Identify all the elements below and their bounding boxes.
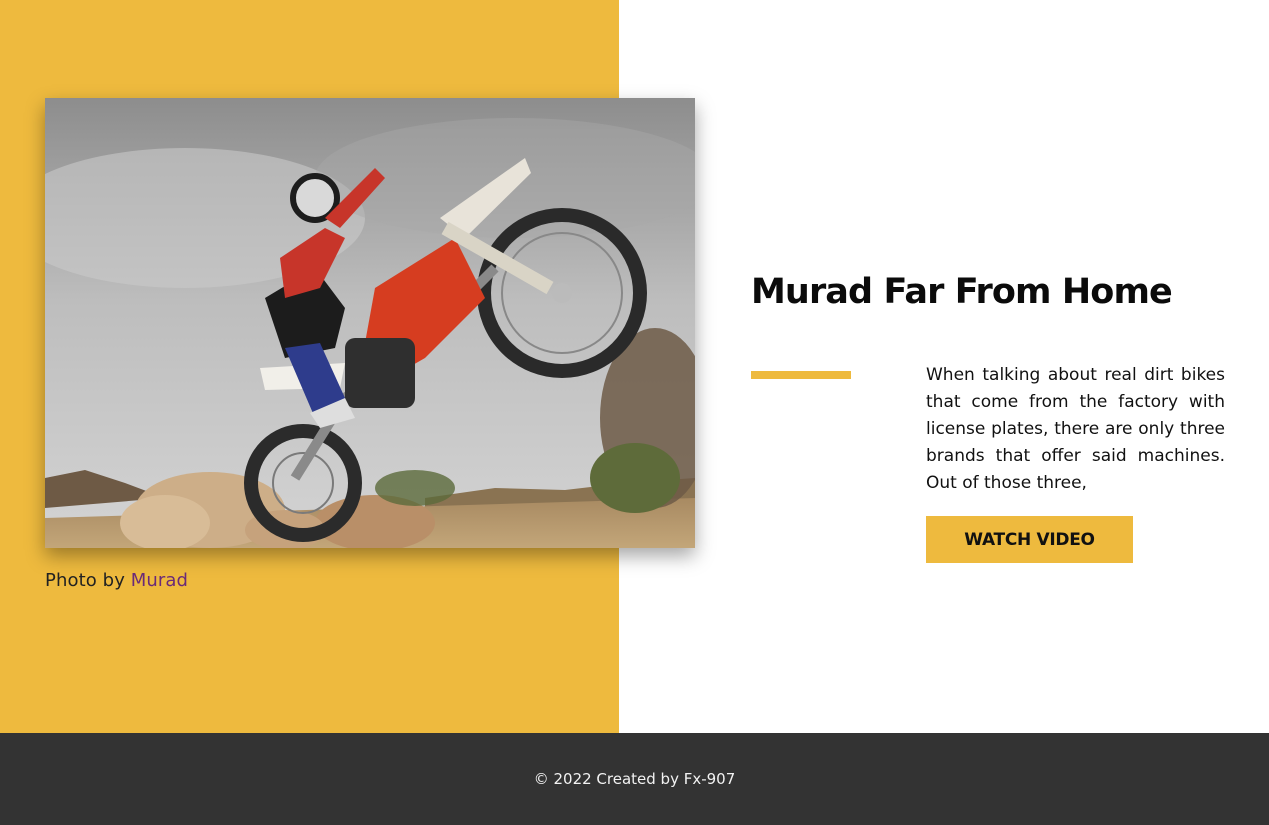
page-title: Murad Far From Home [751, 272, 1173, 312]
credit-prefix: Photo by [45, 570, 125, 591]
footer-text: © 2022 Created by Fx-907 [533, 770, 736, 788]
accent-divider [751, 371, 851, 379]
watch-video-button[interactable]: WATCH VIDEO [926, 516, 1133, 563]
description-text: When talking about real dirt bikes that … [926, 365, 1225, 493]
hero-photo [45, 98, 695, 548]
photo-credit: Photo by Murad [45, 570, 188, 591]
dirt-bike-image [45, 98, 695, 548]
footer: © 2022 Created by Fx-907 [0, 733, 1269, 825]
credit-author-link[interactable]: Murad [131, 570, 188, 591]
